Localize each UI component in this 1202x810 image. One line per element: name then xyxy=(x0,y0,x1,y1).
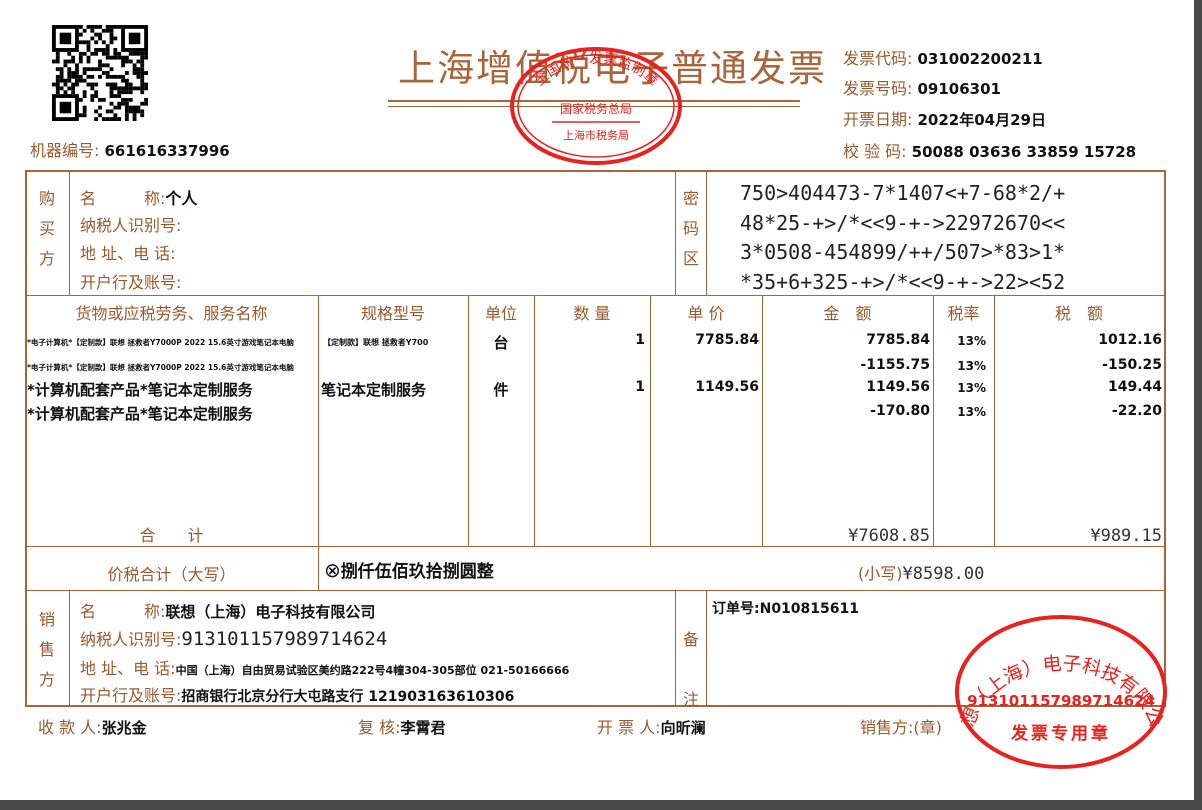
col-header-qty: 数 量 xyxy=(573,304,611,323)
item-price: 1149.56 xyxy=(695,379,759,395)
seller-addr-row: 地 址、电 话:中国（上海）自由贸易试验区美约路222号4幢304-305部位 … xyxy=(80,659,570,678)
item-name: *电子计算机*【定制款】联想 拯救者Y7000P 2022 15.6英寸游戏笔记… xyxy=(27,338,294,347)
check-code: 校 验 码: 50088 03636 33859 15728 xyxy=(843,142,1137,161)
item-tax: 1012.16 xyxy=(1098,332,1162,348)
item-name: *电子计算机*【定制款】联想 拯救者Y7000P 2022 15.6英寸游戏笔记… xyxy=(27,363,294,372)
seller-side-label: 销 售 方 xyxy=(38,610,55,689)
item-qty: 1 xyxy=(635,332,645,348)
item-rate: 13% xyxy=(957,334,986,348)
item-amount: 7785.84 xyxy=(866,332,930,348)
total-words-label: 价税合计（大写） xyxy=(107,565,236,584)
item-amount: -170.80 xyxy=(870,403,930,419)
frame-top xyxy=(25,170,1166,172)
machine-number: 机器编号: 661616337996 xyxy=(30,141,230,160)
seller-stamp-bottom: 发票专用章 xyxy=(1010,723,1111,744)
buyer-name-row: 名 称:个人 xyxy=(80,189,198,208)
tax-bureau-stamp: 全国统一发票监制章 国家税务总局 上海市税务局 xyxy=(510,47,682,165)
item-rate: 13% xyxy=(957,381,986,395)
seller-stamp-tax-id: 913101157989714624 xyxy=(967,692,1155,710)
cipher-side-label: 密 码 区 xyxy=(682,189,699,268)
item-tax: -150.25 xyxy=(1102,357,1162,373)
invoice-page: 上海增值税电子普通发票 机器编号: 661616337996 发票代码: 031… xyxy=(0,0,1194,800)
total-small: (小写)¥8598.00 xyxy=(858,564,985,584)
reviewer: 复 核:李霄君 xyxy=(358,718,446,737)
seller-tax-id-row: 纳税人识别号:913101157989714624 xyxy=(80,628,388,650)
col-header-amount: 金 额 xyxy=(823,304,872,323)
item-name: *计算机配套产品*笔记本定制服务 xyxy=(27,405,253,423)
cipher-block: 750>404473-7*1407<+7-68*2/+ 48*25-+>/*<<… xyxy=(740,181,1066,294)
item-unit: 件 xyxy=(493,381,509,399)
buyer-bank-label: 开户行及账号: xyxy=(80,273,182,292)
item-amount: 1149.56 xyxy=(866,379,930,395)
drawer: 开 票 人:向昕澜 xyxy=(597,718,706,737)
total-amount: ¥7608.85 xyxy=(848,526,930,546)
buyer-addr-label: 地 址、电 话: xyxy=(80,244,176,263)
buyer-name: 个人 xyxy=(165,189,198,208)
seller-name: 联想（上海）电子科技有限公司 xyxy=(165,603,376,621)
item-rate: 13% xyxy=(957,405,986,419)
total-tax: ¥989.15 xyxy=(1090,526,1162,546)
item-tax: -22.20 xyxy=(1111,403,1162,419)
item-tax: 149.44 xyxy=(1107,379,1162,395)
invoice-date: 开票日期: 2022年04月29日 xyxy=(843,110,1046,129)
cross-circle-icon: ⊗ xyxy=(324,558,341,582)
total-words: ⊗捌仟伍佰玖拾捌圆整 xyxy=(324,558,494,582)
seller-name-row: 名 称:联想（上海）电子科技有限公司 xyxy=(80,602,376,621)
col-header-rate: 税率 xyxy=(947,304,980,323)
item-name: *计算机配套产品*笔记本定制服务 xyxy=(27,381,253,399)
item-price: 7785.84 xyxy=(695,332,759,348)
seller-bank-row: 开户行及账号:招商银行北京分行大屯路支行 121903163610306 xyxy=(80,686,515,705)
col-header-unit: 单位 xyxy=(484,304,517,323)
seller-stamp-company: 联想（上海）电子科技有限公司 xyxy=(953,612,1167,730)
seller-seal-label: 销售方:(章) xyxy=(860,718,942,737)
remarks-text: 订单号:N010815611 xyxy=(712,601,859,617)
qr-code xyxy=(52,25,148,121)
seller-tax-id: 913101157989714624 xyxy=(181,628,388,650)
seller-invoice-stamp: 联想（上海）电子科技有限公司 913101157989714624 发票专用章 xyxy=(953,612,1167,769)
col-header-price: 单 价 xyxy=(687,304,725,323)
seller-bank: 招商银行北京分行大屯路支行 121903163610306 xyxy=(181,689,515,705)
frame-left xyxy=(25,170,27,707)
seller-addr: 中国（上海）自由贸易试验区美约路222号4幢304-305部位 021-5016… xyxy=(175,664,570,677)
item-spec: 【定制款】联想 拯救者Y700 xyxy=(323,338,429,347)
tax-stamp-bottom-text: 上海市税务局 xyxy=(563,128,629,142)
col-header-spec: 规格型号 xyxy=(360,304,425,323)
col-header-tax: 税 额 xyxy=(1054,304,1103,323)
item-qty: 1 xyxy=(635,379,645,395)
total-label: 合 计 xyxy=(139,526,204,545)
item-spec: 笔记本定制服务 xyxy=(321,381,427,399)
remarks-side-label: 备 注 xyxy=(682,630,699,709)
col-header-name: 货物或应税劳务、服务名称 xyxy=(75,304,268,323)
tax-stamp-middle-text: 国家税务总局 xyxy=(560,101,632,116)
item-rate: 13% xyxy=(957,359,986,373)
invoice-number: 发票号码: 09106301 xyxy=(843,79,1001,98)
item-amount: -1155.75 xyxy=(860,357,930,373)
item-unit: 台 xyxy=(493,334,509,352)
payee: 收 款 人:张兆金 xyxy=(38,718,147,737)
invoice-code: 发票代码: 031002200211 xyxy=(843,49,1043,68)
buyer-tax-id-label: 纳税人识别号: xyxy=(80,216,182,235)
buyer-side-label: 购 买 方 xyxy=(38,189,55,268)
